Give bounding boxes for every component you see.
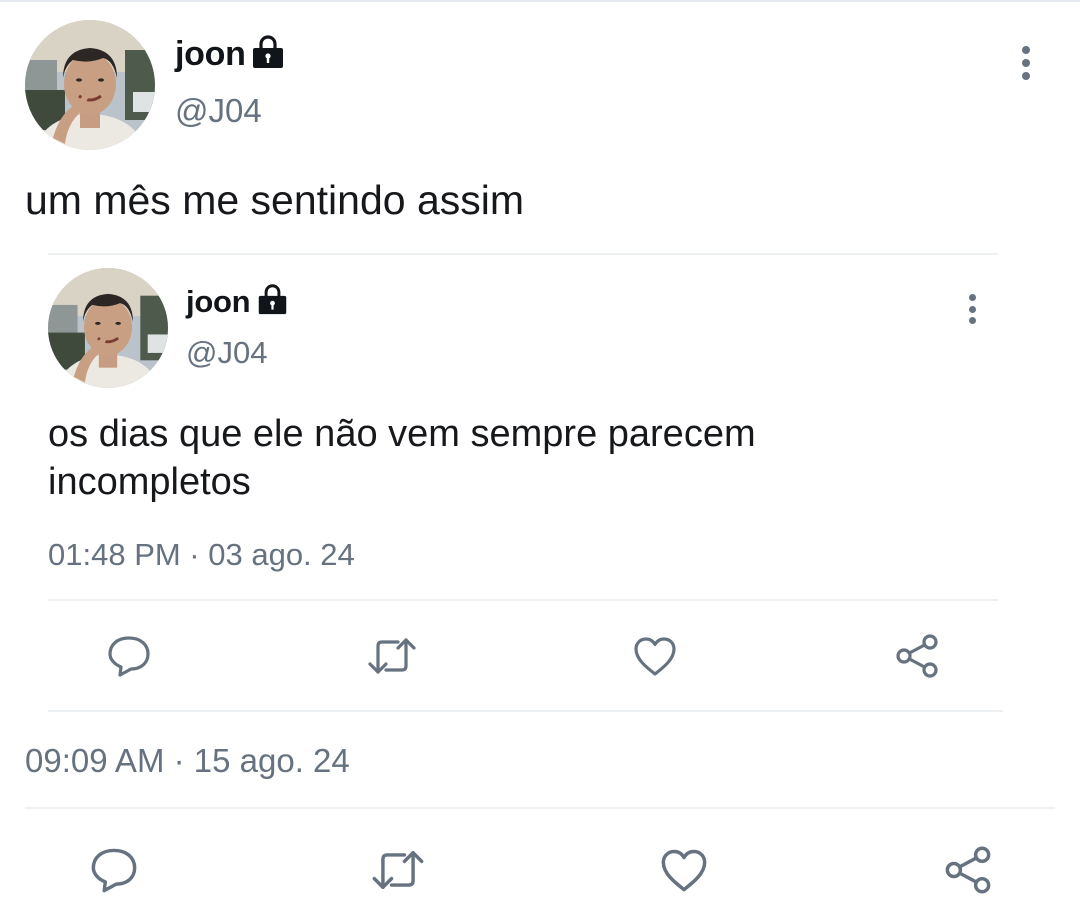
- avatar-image: [25, 20, 155, 150]
- author-handle[interactable]: @J04: [175, 92, 262, 130]
- share-icon: [896, 634, 938, 678]
- quoted-more-options-icon[interactable]: [966, 294, 978, 324]
- quoted-reply-button[interactable]: [100, 630, 158, 682]
- quoted-tweet-text: os dias que ele não vem sempre parecem i…: [48, 413, 756, 503]
- avatar[interactable]: [25, 20, 155, 150]
- retweet-icon: [372, 851, 424, 889]
- quote-bottom-divider: [48, 710, 1003, 712]
- more-options-icon[interactable]: [1020, 46, 1032, 80]
- share-button[interactable]: [936, 840, 1000, 900]
- actions-divider: [25, 807, 1055, 809]
- retweet-icon: [368, 638, 416, 674]
- quoted-like-button[interactable]: [626, 630, 684, 682]
- reply-icon: [108, 636, 150, 677]
- quoted-lock-icon: [256, 283, 289, 316]
- quoted-retweet-button[interactable]: [362, 630, 422, 682]
- reply-button[interactable]: [82, 842, 146, 898]
- quote-actions-divider: [48, 599, 998, 601]
- quoted-avatar-image: [48, 268, 168, 388]
- quoted-avatar[interactable]: [48, 268, 168, 388]
- reply-icon: [91, 848, 137, 893]
- quoted-author-handle[interactable]: @J04: [186, 335, 267, 371]
- quote-top-divider: [48, 253, 998, 255]
- heart-icon: [661, 849, 707, 892]
- tweet-timestamp[interactable]: 09:09 AM · 15 ago. 24: [25, 742, 350, 780]
- top-divider: [0, 0, 1080, 2]
- quoted-share-button[interactable]: [888, 630, 946, 682]
- heart-icon: [634, 637, 676, 676]
- share-icon: [945, 846, 991, 894]
- author-name[interactable]: joon: [175, 35, 246, 74]
- tweet-text: um mês me sentindo assim: [25, 177, 525, 223]
- retweet-button[interactable]: [366, 842, 430, 898]
- lock-icon: [250, 34, 286, 70]
- quoted-author-name[interactable]: joon: [186, 284, 251, 320]
- quoted-timestamp[interactable]: 01:48 PM · 03 ago. 24: [48, 537, 355, 573]
- like-button[interactable]: [652, 842, 716, 898]
